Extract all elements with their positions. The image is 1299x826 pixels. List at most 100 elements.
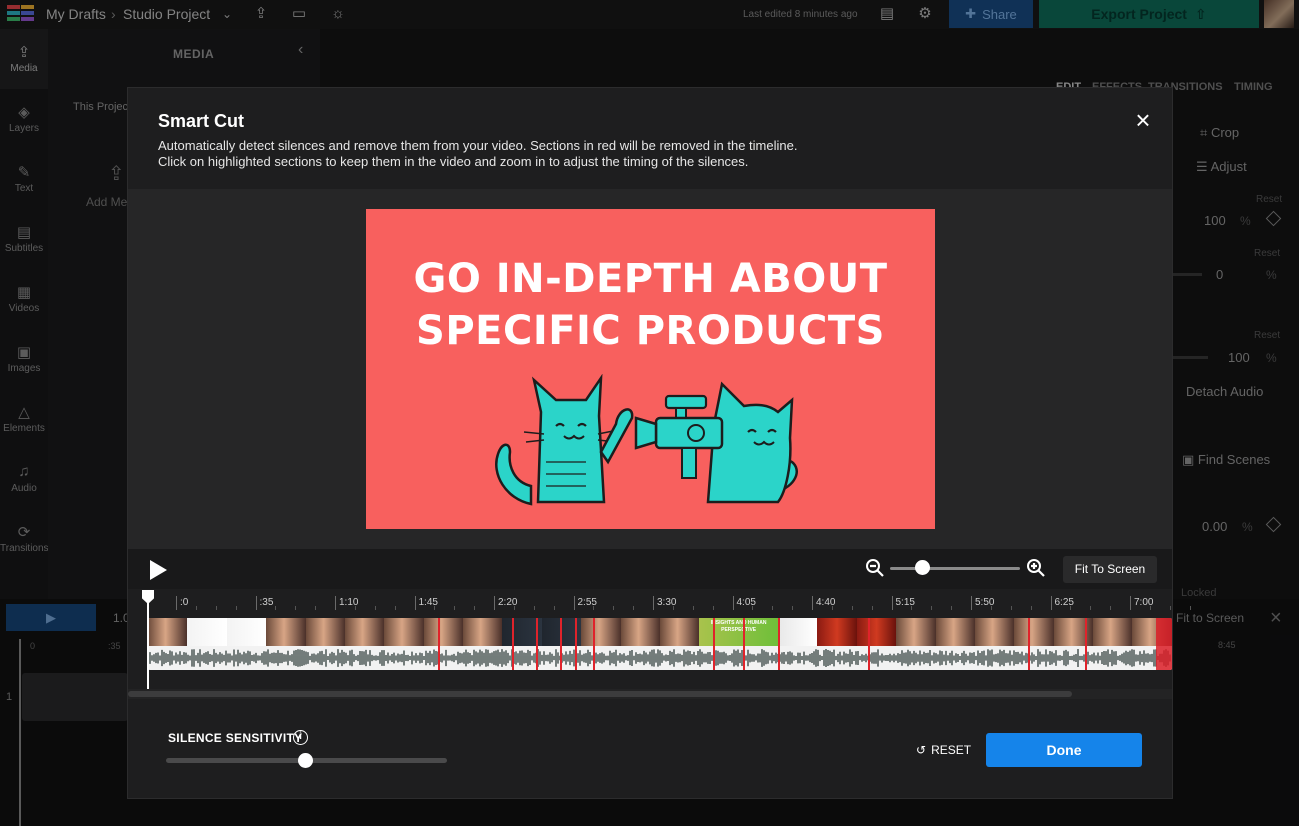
video-thumbnail xyxy=(896,618,936,646)
waveform-path xyxy=(148,649,1171,667)
silence-marker[interactable] xyxy=(743,618,745,670)
ruler-minor-tick xyxy=(613,606,615,610)
video-thumbnail xyxy=(778,618,818,646)
ruler-major-tick xyxy=(1130,596,1131,610)
modal-description: Automatically detect silences and remove… xyxy=(158,138,918,170)
info-icon[interactable]: i xyxy=(293,730,308,745)
ruler-label: :35 xyxy=(259,597,274,608)
silence-marker[interactable] xyxy=(868,618,870,670)
silence-marker[interactable] xyxy=(1085,618,1087,670)
video-thumbnail xyxy=(620,618,660,646)
ruler-minor-tick xyxy=(553,606,555,610)
ruler-label: :0 xyxy=(180,597,189,608)
modal-title: Smart Cut xyxy=(158,111,245,131)
ruler-major-tick xyxy=(653,596,654,610)
video-thumbnail xyxy=(423,618,463,646)
video-thumbnail xyxy=(935,618,975,646)
silence-marker[interactable] xyxy=(512,618,514,670)
video-preview-area: GO IN-DEPTH ABOUT SPECIFIC PRODUCTS xyxy=(128,189,1172,549)
headline-line: SPECIFIC PRODUCTS xyxy=(416,308,885,354)
silence-marker[interactable] xyxy=(536,618,538,670)
ruler-major-tick xyxy=(971,596,972,610)
ruler-minor-tick xyxy=(633,606,635,610)
zoom-out-icon[interactable] xyxy=(865,558,885,578)
ruler-minor-tick xyxy=(513,606,515,610)
ruler-minor-tick xyxy=(593,606,595,610)
video-thumbnail xyxy=(1093,618,1133,646)
silence-marker[interactable] xyxy=(713,618,715,670)
video-thumbnail xyxy=(974,618,1015,646)
ruler-major-tick xyxy=(573,596,575,610)
fit-to-screen-button[interactable]: Fit To Screen xyxy=(1063,556,1157,583)
ruler-minor-tick xyxy=(871,606,873,610)
ruler-minor-tick xyxy=(712,606,714,610)
ruler-minor-tick xyxy=(931,606,933,610)
video-thumbnail xyxy=(266,618,306,646)
ruler-minor-tick xyxy=(772,606,774,610)
app-window: My Drafts › Studio Project ⌄ ⇪ ▭ ☼ Last … xyxy=(0,0,1299,826)
silence-marker[interactable] xyxy=(560,618,562,670)
ruler-minor-tick xyxy=(454,606,456,610)
done-button[interactable]: Done xyxy=(986,733,1142,767)
silence-marker[interactable] xyxy=(1028,618,1030,670)
reset-button[interactable]: ↺ RESET xyxy=(916,743,971,757)
ruler-major-tick xyxy=(255,596,257,610)
ruler-minor-tick xyxy=(911,606,913,610)
video-thumbnail: INSIGHTS AND HUMAN PERSPECTIVE xyxy=(699,618,779,646)
reset-label: RESET xyxy=(931,743,972,757)
video-preview[interactable]: GO IN-DEPTH ABOUT SPECIFIC PRODUCTS xyxy=(366,209,935,529)
ruler-minor-tick xyxy=(1189,606,1191,610)
smart-cut-modal: Smart Cut Automatically detect silences … xyxy=(127,87,1191,799)
undo-icon: ↺ xyxy=(916,743,927,757)
ruler-minor-tick xyxy=(354,606,356,610)
ruler-minor-tick xyxy=(474,606,476,610)
video-thumbnail xyxy=(463,618,503,646)
smart-cut-filmstrip[interactable]: INSIGHTS AND HUMAN PERSPECTIVE xyxy=(148,618,1172,670)
ruler-major-tick xyxy=(732,596,734,610)
ruler-minor-tick xyxy=(990,606,992,610)
ruler-minor-tick xyxy=(1169,606,1171,610)
ruler-minor-tick xyxy=(1090,606,1092,610)
ruler-minor-tick xyxy=(672,606,674,610)
modal-header: Smart Cut Automatically detect silences … xyxy=(128,88,1172,189)
sensitivity-slider-handle[interactable] xyxy=(298,753,313,768)
zoom-in-icon[interactable] xyxy=(1026,558,1046,578)
zoom-slider-track[interactable] xyxy=(890,567,1020,570)
scrollbar-thumb[interactable] xyxy=(128,691,1072,697)
ruler-minor-tick xyxy=(692,606,694,610)
ruler-minor-tick xyxy=(315,606,317,610)
video-thumbnail xyxy=(659,618,700,646)
ruler-minor-tick xyxy=(951,606,953,610)
ruler-minor-tick xyxy=(851,606,853,610)
silence-region[interactable] xyxy=(1156,618,1172,670)
ruler-minor-tick xyxy=(374,606,376,610)
video-thumbnail xyxy=(581,618,621,646)
ruler-minor-tick xyxy=(195,606,197,610)
silence-marker[interactable] xyxy=(575,618,577,670)
video-thumbnail xyxy=(187,618,227,646)
ruler-minor-tick xyxy=(1030,606,1032,610)
zoom-slider-handle[interactable] xyxy=(915,560,930,575)
ruler-minor-tick xyxy=(831,606,833,610)
video-thumbnail xyxy=(384,618,424,646)
ruler-minor-tick xyxy=(1070,606,1072,610)
silence-marker[interactable] xyxy=(778,618,780,670)
horizontal-scrollbar[interactable] xyxy=(128,689,1172,699)
thumbnail-strip: INSIGHTS AND HUMAN PERSPECTIVE xyxy=(148,618,1172,646)
video-thumbnail xyxy=(856,618,897,646)
ruler-major-tick xyxy=(812,596,813,610)
ruler-major-tick xyxy=(1050,596,1052,610)
ruler-minor-tick xyxy=(1149,606,1151,610)
video-thumbnail xyxy=(344,618,385,646)
silence-marker[interactable] xyxy=(593,618,595,670)
play-icon[interactable] xyxy=(148,559,168,581)
silence-sensitivity-label: SILENCE SENSITIVITY xyxy=(168,731,303,745)
timeline-ruler[interactable]: :0:35 1:10 1:45 2:20 2:55 3:30 4:05 4:40 5:15 5:5… xyxy=(128,589,1191,617)
ruler-minor-tick xyxy=(752,606,754,610)
ruler-major-tick xyxy=(494,596,495,610)
ruler-minor-tick xyxy=(215,606,217,610)
silence-marker[interactable] xyxy=(438,618,440,670)
ruler-minor-tick xyxy=(275,606,277,610)
ruler-minor-tick xyxy=(1010,606,1012,610)
close-icon[interactable]: × xyxy=(1131,107,1155,133)
